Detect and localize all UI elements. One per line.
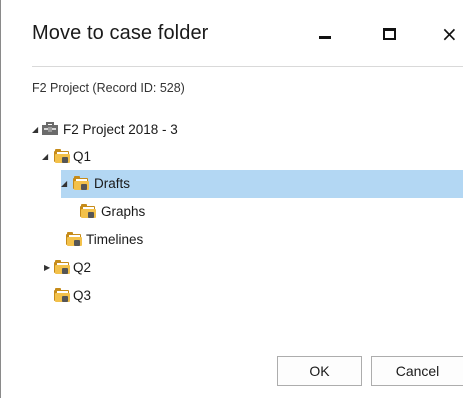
folder-icon	[80, 204, 96, 219]
folder-icon	[73, 176, 89, 191]
dialog-title: Move to case folder	[32, 22, 209, 44]
folder-icon	[54, 288, 70, 303]
tree-item-root[interactable]: ◢ F2 Project 2018 - 3	[1, 116, 463, 144]
move-to-case-folder-dialog: Move to case folder × F2 Project (Record…	[0, 0, 463, 398]
record-label: F2 Project (Record ID: 528)	[32, 81, 185, 95]
expanded-caret-icon[interactable]: ◢	[42, 152, 50, 161]
expanded-caret-icon[interactable]: ◢	[61, 179, 69, 188]
cancel-button[interactable]: Cancel	[371, 356, 463, 386]
project-icon	[42, 122, 58, 137]
tree-item-q1[interactable]: ◢ Q1	[1, 143, 463, 171]
tree-item-q3[interactable]: Q3	[1, 282, 463, 310]
tree-item-drafts[interactable]: ◢ Drafts	[61, 170, 463, 198]
tree-item-label: Timelines	[86, 232, 144, 247]
title-divider	[32, 66, 463, 67]
tree-item-timelines[interactable]: Timelines	[1, 226, 463, 254]
tree-item-label: Q1	[73, 149, 92, 164]
close-button[interactable]: ×	[431, 18, 463, 52]
collapsed-caret-icon[interactable]: ▶	[44, 263, 52, 272]
ok-button[interactable]: OK	[277, 356, 362, 386]
tree-item-label: Q3	[73, 288, 92, 303]
tree-item-label: F2 Project 2018 - 3	[63, 122, 178, 137]
tree-item-label: Q2	[73, 260, 92, 275]
tree-item-label: Drafts	[94, 176, 131, 191]
maximize-icon	[383, 28, 396, 40]
minimize-icon	[319, 36, 331, 39]
folder-icon	[66, 232, 82, 247]
tree-item-label: Graphs	[101, 204, 146, 219]
minimize-button[interactable]	[307, 18, 343, 52]
close-icon: ×	[441, 22, 458, 46]
tree-item-graphs[interactable]: Graphs	[1, 198, 463, 226]
title-bar: Move to case folder ×	[1, 0, 463, 68]
folder-icon	[54, 149, 70, 164]
expanded-caret-icon[interactable]: ◢	[32, 125, 40, 134]
maximize-button[interactable]	[372, 18, 408, 52]
folder-icon	[54, 260, 70, 275]
tree-item-q2[interactable]: ▶ Q2	[1, 254, 463, 282]
